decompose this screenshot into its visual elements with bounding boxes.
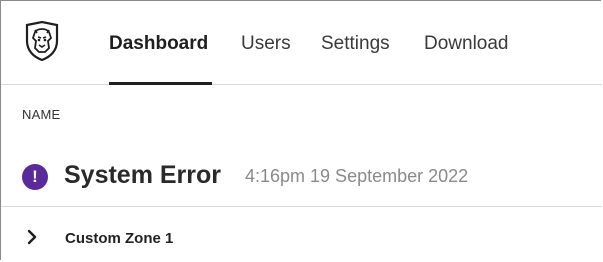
error-timestamp: 4:16pm 19 September 2022 [245, 166, 469, 186]
tab-download[interactable]: Download [424, 32, 509, 56]
error-title: System Error [64, 161, 222, 189]
zone-name: Custom Zone 1 [65, 230, 174, 247]
lion-shield-icon[interactable] [23, 20, 61, 62]
active-tab-indicator [109, 82, 212, 85]
chevron-right-icon[interactable] [25, 228, 39, 246]
tab-settings[interactable]: Settings [321, 32, 390, 56]
list-item[interactable]: Custom Zone 1 [1, 223, 602, 259]
tab-users[interactable]: Users [241, 32, 291, 56]
top-navigation: Dashboard Users Settings Download [1, 1, 602, 85]
name-column-header: NAME [22, 107, 61, 122]
app-frame: Dashboard Users Settings Download NAME !… [0, 0, 602, 260]
divider [1, 206, 602, 207]
tab-dashboard[interactable]: Dashboard [109, 32, 208, 56]
exclamation-circle-icon: ! [22, 164, 48, 190]
